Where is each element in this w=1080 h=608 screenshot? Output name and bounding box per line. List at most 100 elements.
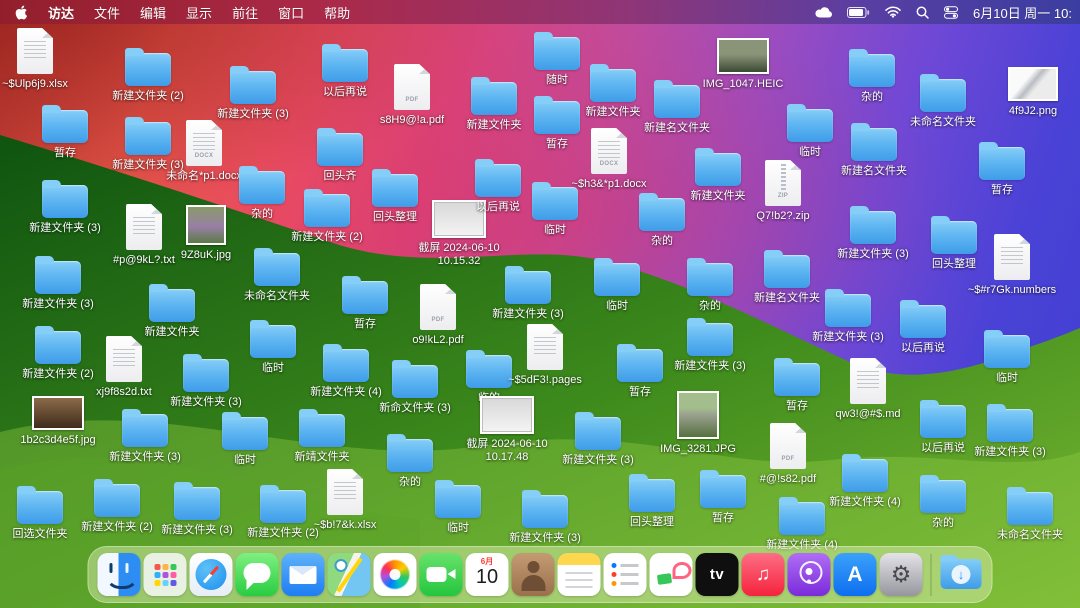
folder-icon xyxy=(842,454,888,492)
desktop-folder[interactable]: 新建文件夹 (3) xyxy=(554,412,642,467)
dock-safari-icon[interactable] xyxy=(189,553,233,596)
icon-label: 新命文件夹 (3) xyxy=(379,402,451,414)
desktop-folder[interactable]: 新靖文件夹 xyxy=(278,409,366,464)
desktop-image-file[interactable]: 4f9J2.png xyxy=(989,67,1077,118)
dock-facetime-icon[interactable] xyxy=(419,553,463,596)
desktop-folder[interactable]: 新建文件夹 (3) xyxy=(209,66,297,121)
desktop-folder[interactable]: 未命名文件夹 xyxy=(986,487,1074,542)
control-center-icon[interactable] xyxy=(944,5,958,19)
desktop-folder[interactable]: 新建文件夹 (3) xyxy=(666,318,754,373)
desktop-folder[interactable]: 临时 xyxy=(573,258,661,313)
desktop-image-file[interactable]: IMG_1047.HEIC xyxy=(699,38,787,91)
dock-music-icon[interactable]: ♫ xyxy=(741,553,785,596)
document-icon xyxy=(527,324,563,370)
desktop-folder[interactable]: 新建文件夹 (3) xyxy=(101,409,189,464)
search-icon[interactable] xyxy=(916,6,929,19)
desktop-file[interactable]: DOCX ~$h3&*p1.docx xyxy=(565,128,653,191)
desktop-folder[interactable]: 临时 xyxy=(963,330,1051,385)
icon-label: 新建文件夹 (3) xyxy=(170,396,242,408)
menu-item-3[interactable]: 编辑 xyxy=(140,3,166,22)
desktop-file[interactable]: ~$#r7Gk.numbers xyxy=(968,234,1056,297)
icon-label: 1b2c3d4e5f.jpg xyxy=(20,434,96,446)
dock-freeform-icon[interactable] xyxy=(649,553,693,596)
dock-finder-icon[interactable] xyxy=(97,553,141,596)
menubar-clock[interactable]: 6月10日 周一 10: xyxy=(973,3,1072,22)
dock-notes-icon[interactable] xyxy=(557,553,601,596)
desktop-folder[interactable]: 临时 xyxy=(201,412,289,467)
dock-downloads-icon[interactable]: ↓ xyxy=(940,553,983,596)
desktop-folder[interactable]: 新建文件夹 (3) xyxy=(14,256,102,311)
icon-label: 新建文件夹 (3) xyxy=(29,222,101,234)
folder-icon xyxy=(984,330,1030,368)
menu-item-4[interactable]: 显示 xyxy=(186,3,212,22)
dock-mail-icon[interactable] xyxy=(281,553,325,596)
menu-item-1[interactable]: 访达 xyxy=(48,3,74,22)
desktop-folder[interactable]: 暂存 xyxy=(21,105,109,160)
icon-label: 临时 xyxy=(544,224,566,236)
desktop-file[interactable]: ~$b!7&k.xlsx xyxy=(301,469,389,532)
dock-settings-icon[interactable]: ⚙ xyxy=(879,553,923,596)
folder-icon xyxy=(695,148,741,186)
desktop-file[interactable]: xj9f8s2d.txt xyxy=(80,336,168,399)
dock-photos-icon[interactable] xyxy=(373,553,417,596)
desktop-file[interactable]: ~$Ulp6j9.xlsx xyxy=(0,28,79,91)
desktop-folder[interactable]: 未命名文件夹 xyxy=(233,248,321,303)
folder-icon xyxy=(522,490,568,528)
cloud-icon[interactable] xyxy=(815,6,832,18)
desktop-folder[interactable]: 以后再说 xyxy=(879,300,967,355)
folder-icon xyxy=(920,400,966,438)
dock-contacts-icon[interactable] xyxy=(511,553,555,596)
desktop-image-file[interactable]: IMG_3281.JPG xyxy=(654,391,742,456)
folder-icon xyxy=(787,104,833,142)
desktop-file[interactable]: PDF s8H9@!a.pdf xyxy=(368,64,456,127)
wifi-icon[interactable] xyxy=(885,6,901,18)
desktop-folder[interactable]: 新建文件夹 (3) xyxy=(484,266,572,321)
desktop-image-file[interactable]: 截屏 2024-06-10 10.17.48 xyxy=(463,396,551,464)
desktop-folder[interactable]: 新建文件夹 (3) xyxy=(501,490,589,545)
desktop-image-file[interactable]: 1b2c3d4e5f.jpg xyxy=(14,396,102,447)
menu-item-5[interactable]: 前往 xyxy=(232,3,258,22)
menu-item-2[interactable]: 文件 xyxy=(94,3,120,22)
desktop-folder[interactable]: 新建文件夹 (2) xyxy=(104,48,192,103)
folder-icon xyxy=(42,180,88,218)
desktop-folder[interactable]: 暂存 xyxy=(958,142,1046,197)
tv-glyph: tv xyxy=(709,566,725,583)
icon-label: 暂存 xyxy=(354,318,376,330)
desktop-folder[interactable]: 新建文件夹 (3) xyxy=(153,482,241,537)
dock-reminders-icon[interactable] xyxy=(603,553,647,596)
dock-calendar-icon[interactable]: 6月 10 xyxy=(465,553,509,596)
desktop-folder[interactable]: 新建文件夹 (3) xyxy=(966,404,1054,459)
icon-label: 暂存 xyxy=(54,147,76,159)
dock-maps-icon[interactable] xyxy=(327,553,371,596)
desktop-folder[interactable]: 暂存 xyxy=(679,470,767,525)
desktop-folder[interactable]: 杂的 xyxy=(899,475,987,530)
folder-icon xyxy=(392,360,438,398)
icon-label: 杂的 xyxy=(861,91,883,103)
desktop-file[interactable]: ZIP Q7!b2?.zip xyxy=(739,160,827,223)
folder-icon xyxy=(654,80,700,118)
desktop-folder[interactable]: 新建文件夹 (2) xyxy=(73,479,161,534)
desktop-file[interactable]: PDF o9!kL2.pdf xyxy=(394,284,482,347)
desktop-folder[interactable]: 杂的 xyxy=(666,258,754,313)
dock-launchpad-icon[interactable] xyxy=(143,553,187,596)
desktop-file[interactable]: ~$5dF3!.pages xyxy=(501,324,589,387)
folder-icon xyxy=(239,166,285,204)
apple-menu-icon[interactable] xyxy=(14,4,28,21)
desktop-folder[interactable]: 新建文件夹 (3) xyxy=(21,180,109,235)
desktop-folder[interactable]: 新建名文件夹 xyxy=(830,123,918,178)
desktop-folder[interactable]: 回选文件夹 xyxy=(0,486,84,541)
dock-messages-icon[interactable] xyxy=(235,553,279,596)
desktop-folder[interactable]: 新建文件夹 (3) xyxy=(829,206,917,261)
desktop-folder[interactable]: 未命名文件夹 xyxy=(899,74,987,129)
dock-podcasts-icon[interactable] xyxy=(787,553,831,596)
desktop-folder[interactable]: 新建文件夹 (4) xyxy=(821,454,909,509)
desktop-folder[interactable]: 临时 xyxy=(414,480,502,535)
menu-item-6[interactable]: 窗口 xyxy=(278,3,304,22)
desktop-folder[interactable]: 新建文件夹 xyxy=(128,284,216,339)
menu-item-7[interactable]: 帮助 xyxy=(324,3,350,22)
dock-tv-icon[interactable]: tv xyxy=(695,553,739,596)
icon-label: ~$5dF3!.pages xyxy=(508,374,582,386)
battery-icon[interactable] xyxy=(847,6,870,18)
folder-icon xyxy=(575,412,621,450)
dock-appstore-icon[interactable]: A xyxy=(833,553,877,596)
